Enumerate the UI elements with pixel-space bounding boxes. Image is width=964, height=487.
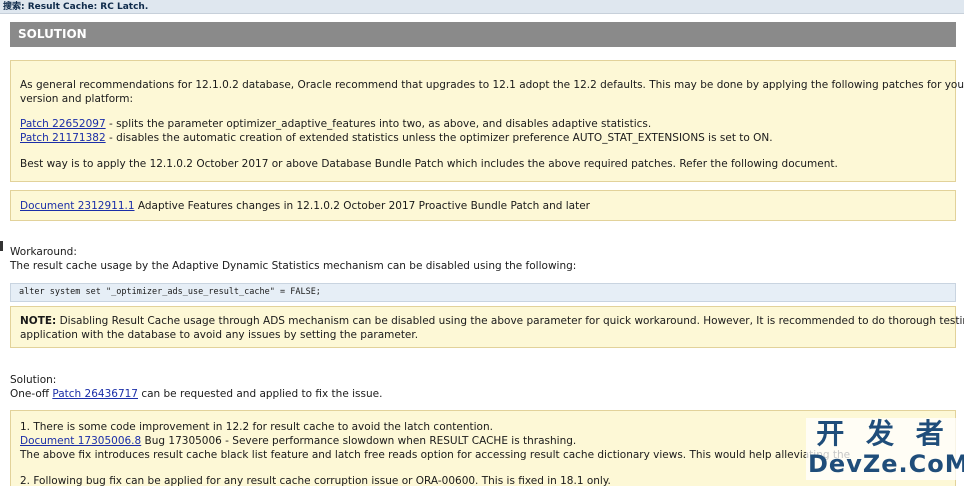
patch-22652097-link[interactable]: Patch 22652097: [20, 118, 106, 130]
watermark-en-text: DevZe.CoM: [808, 450, 964, 478]
document-description: Adaptive Features changes in 12.1.0.2 Oc…: [134, 200, 590, 212]
code-block: alter system set "_optimizer_ads_use_res…: [10, 283, 956, 302]
site-watermark-logo: 开 发 者 DevZe.CoM: [808, 417, 964, 479]
document-17305006-link[interactable]: Document 17305006.8: [20, 435, 141, 447]
patch1-description: - splits the parameter optimizer_adaptiv…: [105, 118, 652, 130]
cursor-marker: [0, 241, 3, 251]
intro-text-line1: As general recommendations for 12.1.0.2 …: [20, 79, 964, 91]
one-off-prefix: One-off: [10, 388, 53, 400]
solution2-title: Solution:: [10, 374, 57, 386]
page-title-bar: 搜索: Result Cache: RC Latch.: [0, 0, 964, 14]
document-2312911-link[interactable]: Document 2312911.1: [20, 200, 135, 212]
best-way-text: Best way is to apply the 12.1.0.2 Octobe…: [20, 158, 838, 170]
note-text: Disabling Result Cache usage through ADS…: [56, 315, 964, 327]
document-box: Document 2312911.1 Adaptive Features cha…: [10, 190, 956, 221]
workaround-text: The result cache usage by the Adaptive D…: [10, 260, 577, 272]
note-box: NOTE: Disabling Result Cache usage throu…: [10, 306, 964, 348]
note-line1: NOTE: Disabling Result Cache usage throu…: [20, 315, 964, 327]
patch2-row: Patch 21171382 - disables the automatic …: [20, 132, 773, 144]
patch-21171382-link[interactable]: Patch 21171382: [20, 132, 106, 144]
detail-doc-row: Document 17305006.8 Bug 17305006 - Sever…: [20, 435, 576, 447]
patch1-row: Patch 22652097 - splits the parameter op…: [20, 118, 651, 130]
detail-item2: 2. Following bug fix can be applied for …: [20, 475, 611, 487]
patch-26436717-link[interactable]: Patch 26436717: [52, 388, 138, 400]
solution-header: SOLUTION: [10, 22, 956, 47]
workaround-title: Workaround:: [10, 246, 77, 258]
recommendation-box: As general recommendations for 12.1.0.2 …: [10, 60, 964, 182]
one-off-row: One-off Patch 26436717 can be requested …: [10, 388, 382, 400]
detail-item1: 1. There is some code improvement in 12.…: [20, 421, 493, 433]
detail-doc-description: Bug 17305006 - Severe performance slowdo…: [141, 435, 577, 447]
one-off-suffix: can be requested and applied to fix the …: [137, 388, 383, 400]
note-line2: application with the database to avoid a…: [20, 329, 419, 341]
patch2-description: - disables the automatic creation of ext…: [105, 132, 773, 144]
watermark-cn-text: 开 发 者: [816, 417, 950, 450]
document-row: Document 2312911.1 Adaptive Features cha…: [20, 200, 590, 212]
detail-fix-text: The above fix introduces result cache bl…: [20, 449, 851, 461]
intro-text-line2: version and platform:: [20, 93, 134, 105]
note-label: NOTE:: [20, 315, 57, 327]
